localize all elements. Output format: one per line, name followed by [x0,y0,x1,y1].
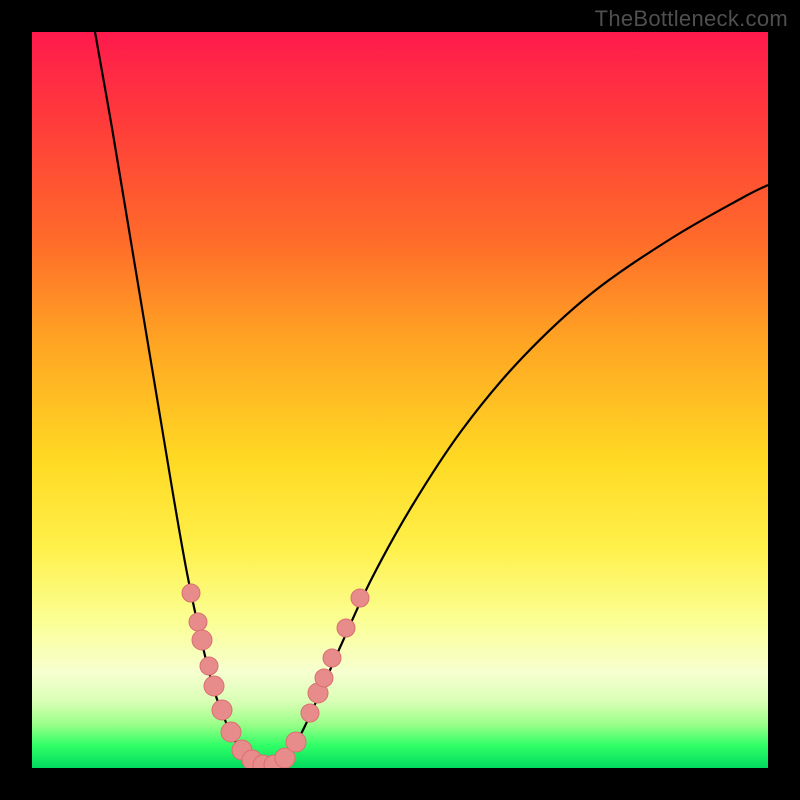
data-marker [337,619,355,637]
bottleneck-chart [32,32,768,768]
data-marker [212,700,232,720]
curve-right-branch [278,185,768,764]
data-marker [286,732,306,752]
data-marker [182,584,200,602]
curve-left-branch [95,32,260,764]
data-marker [221,722,241,742]
chart-frame [32,32,768,768]
watermark-text: TheBottleneck.com [595,6,788,32]
data-marker [200,657,218,675]
data-marker [301,704,319,722]
data-marker [189,613,207,631]
data-marker [204,676,224,696]
data-marker [192,630,212,650]
data-marker [315,669,333,687]
data-marker [351,589,369,607]
data-marker [323,649,341,667]
